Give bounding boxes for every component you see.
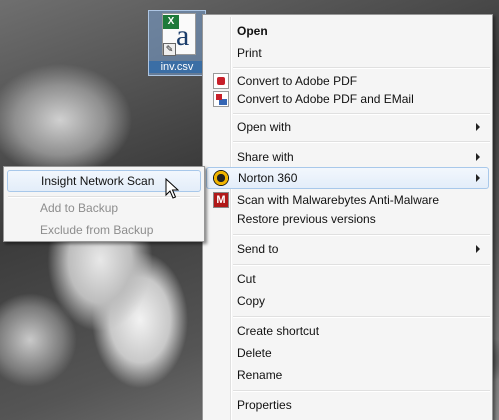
menu-item-share-with[interactable]: Share with	[206, 146, 489, 168]
submenu-arrow-icon	[476, 174, 480, 182]
menu-item-label: Restore previous versions	[237, 212, 376, 226]
menu-item-label: Norton 360	[238, 171, 298, 185]
menu-item-delete[interactable]: Delete	[206, 342, 489, 364]
adobe-pdf-email-icon	[213, 91, 229, 107]
menu-item-label: Delete	[237, 346, 272, 360]
menu-item-label: Properties	[237, 398, 292, 412]
menu-item-label: Create shortcut	[237, 324, 320, 338]
submenu-arrow-icon	[476, 245, 480, 253]
menu-item-label: Print	[237, 46, 262, 60]
menu-item-label: Cut	[237, 272, 256, 286]
menu-separator	[233, 141, 490, 143]
menu-separator	[233, 316, 490, 318]
menu-separator	[233, 113, 490, 115]
mouse-cursor-icon	[165, 178, 179, 199]
menu-item-label: Insight Network Scan	[41, 174, 155, 188]
context-menu: Open Print Convert to Adobe PDF Convert …	[202, 14, 493, 420]
menu-item-restore-previous-versions[interactable]: Restore previous versions	[206, 208, 489, 230]
menu-separator	[233, 264, 490, 266]
submenu-arrow-icon	[476, 153, 480, 161]
menu-item-send-to[interactable]: Send to	[206, 238, 489, 260]
menu-item-label: Convert to Adobe PDF and EMail	[237, 92, 414, 106]
submenu-item-add-to-backup[interactable]: Add to Backup	[7, 197, 201, 219]
menu-item-label: Open	[237, 24, 268, 38]
menu-item-norton-360[interactable]: Norton 360	[206, 167, 489, 189]
menu-item-copy[interactable]: Copy	[206, 290, 489, 312]
menu-item-properties[interactable]: Properties	[206, 394, 489, 416]
adobe-pdf-icon	[213, 73, 229, 89]
menu-item-label: Rename	[237, 368, 283, 382]
menu-item-label: Copy	[237, 294, 266, 308]
menu-separator	[233, 390, 490, 392]
menu-separator	[233, 67, 490, 69]
menu-item-label: Open with	[237, 120, 292, 134]
file-type-glyph: a	[176, 19, 190, 52]
menu-item-label: Add to Backup	[40, 201, 119, 215]
malwarebytes-icon	[213, 192, 229, 208]
submenu-item-exclude-from-backup[interactable]: Exclude from Backup	[7, 219, 201, 241]
menu-item-cut[interactable]: Cut	[206, 268, 489, 290]
menu-item-label: Convert to Adobe PDF	[237, 74, 358, 88]
menu-item-label: Send to	[237, 242, 279, 256]
menu-item-label: Scan with Malwarebytes Anti-Malware	[237, 193, 440, 207]
desktop-file-icon[interactable]: X a ✎ inv.csv	[148, 10, 206, 76]
menu-item-create-shortcut[interactable]: Create shortcut	[206, 320, 489, 342]
menu-item-open[interactable]: Open	[206, 20, 489, 42]
menu-item-open-with[interactable]: Open with	[206, 116, 489, 138]
pencil-icon: ✎	[163, 43, 176, 56]
menu-item-label: Share with	[237, 150, 294, 164]
menu-item-print[interactable]: Print	[206, 42, 489, 64]
menu-item-label: Exclude from Backup	[40, 223, 154, 237]
menu-item-rename[interactable]: Rename	[206, 364, 489, 386]
menu-separator	[233, 234, 490, 236]
norton-icon	[213, 170, 229, 186]
submenu-arrow-icon	[476, 123, 480, 131]
file-name-label: inv.csv	[149, 61, 205, 73]
menu-item-convert-to-pdf-email[interactable]: Convert to Adobe PDF and EMail	[206, 88, 489, 110]
